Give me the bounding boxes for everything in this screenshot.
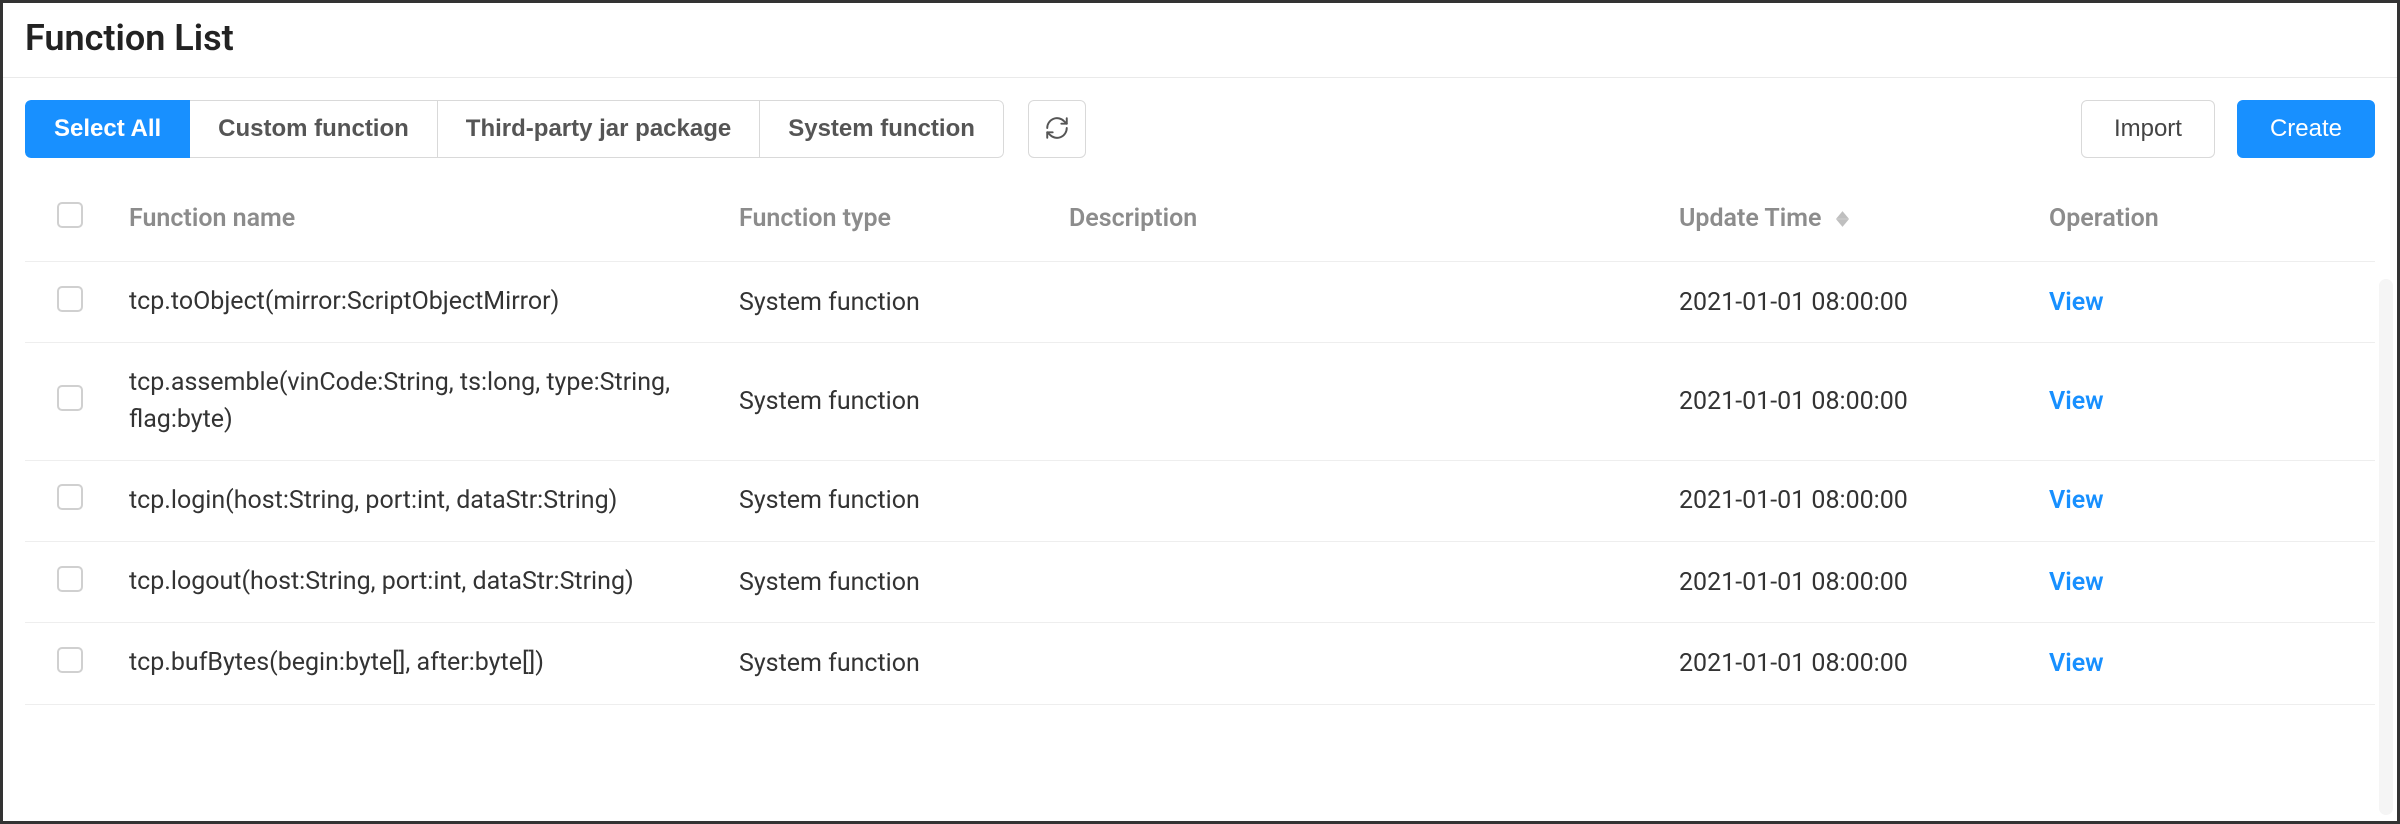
toolbar: Select All Custom function Third-party j… [25,100,2375,158]
table-row: tcp.login(host:String, port:int, dataStr… [25,460,2375,541]
cell-description [1055,542,1665,623]
column-header-operation: Operation [2035,186,2375,262]
column-header-checkbox [25,186,115,262]
sort-icon [1836,211,1849,227]
cell-update-time: 2021-01-01 08:00:00 [1665,460,2035,541]
cell-name: tcp.login(host:String, port:int, dataStr… [115,460,725,541]
row-checkbox[interactable] [57,484,83,510]
cell-update-time: 2021-01-01 08:00:00 [1665,542,2035,623]
cell-type: System function [725,343,1055,461]
column-header-name: Function name [115,186,725,262]
refresh-icon [1044,115,1070,144]
column-header-update-time[interactable]: Update Time [1665,186,2035,262]
vertical-scrollbar[interactable] [2379,279,2393,815]
filter-tab-group: Select All Custom function Third-party j… [25,100,1004,158]
cell-name: tcp.bufBytes(begin:byte[], after:byte[]) [115,623,725,704]
view-link[interactable]: View [2049,486,2104,515]
cell-update-time: 2021-01-01 08:00:00 [1665,343,2035,461]
cell-type: System function [725,460,1055,541]
cell-description [1055,343,1665,461]
column-header-update-time-label: Update Time [1679,204,1821,233]
table-row: tcp.toObject(mirror:ScriptObjectMirror) … [25,262,2375,343]
view-link[interactable]: View [2049,649,2104,678]
cell-name: tcp.toObject(mirror:ScriptObjectMirror) [115,262,725,343]
cell-description [1055,623,1665,704]
view-link[interactable]: View [2049,387,2104,416]
row-checkbox[interactable] [57,286,83,312]
cell-type: System function [725,542,1055,623]
header-divider [3,77,2397,78]
cell-update-time: 2021-01-01 08:00:00 [1665,623,2035,704]
view-link[interactable]: View [2049,288,2104,317]
table-row: tcp.bufBytes(begin:byte[], after:byte[])… [25,623,2375,704]
refresh-button[interactable] [1028,100,1086,158]
cell-description [1055,262,1665,343]
toolbar-left: Select All Custom function Third-party j… [25,100,1086,158]
app-frame: Function List Select All Custom function… [0,0,2400,824]
table-header-row: Function name Function type Description … [25,186,2375,262]
table-body: tcp.toObject(mirror:ScriptObjectMirror) … [25,262,2375,705]
column-header-description: Description [1055,186,1665,262]
tab-system-function[interactable]: System function [760,100,1004,158]
view-link[interactable]: View [2049,568,2104,597]
select-all-checkbox[interactable] [57,202,83,228]
function-table: Function name Function type Description … [25,186,2375,705]
cell-description [1055,460,1665,541]
cell-name: tcp.logout(host:String, port:int, dataSt… [115,542,725,623]
cell-type: System function [725,623,1055,704]
cell-name: tcp.assemble(vinCode:String, ts:long, ty… [115,343,725,461]
tab-custom-function[interactable]: Custom function [190,100,438,158]
create-button[interactable]: Create [2237,100,2375,158]
column-header-type: Function type [725,186,1055,262]
tab-select-all[interactable]: Select All [25,100,190,158]
page-title: Function List [25,17,2375,59]
table-row: tcp.assemble(vinCode:String, ts:long, ty… [25,343,2375,461]
row-checkbox[interactable] [57,385,83,411]
row-checkbox[interactable] [57,566,83,592]
import-button[interactable]: Import [2081,100,2215,158]
cell-type: System function [725,262,1055,343]
tab-third-party-jar[interactable]: Third-party jar package [438,100,760,158]
toolbar-right: Import Create [2081,100,2375,158]
cell-update-time: 2021-01-01 08:00:00 [1665,262,2035,343]
row-checkbox[interactable] [57,647,83,673]
table-row: tcp.logout(host:String, port:int, dataSt… [25,542,2375,623]
